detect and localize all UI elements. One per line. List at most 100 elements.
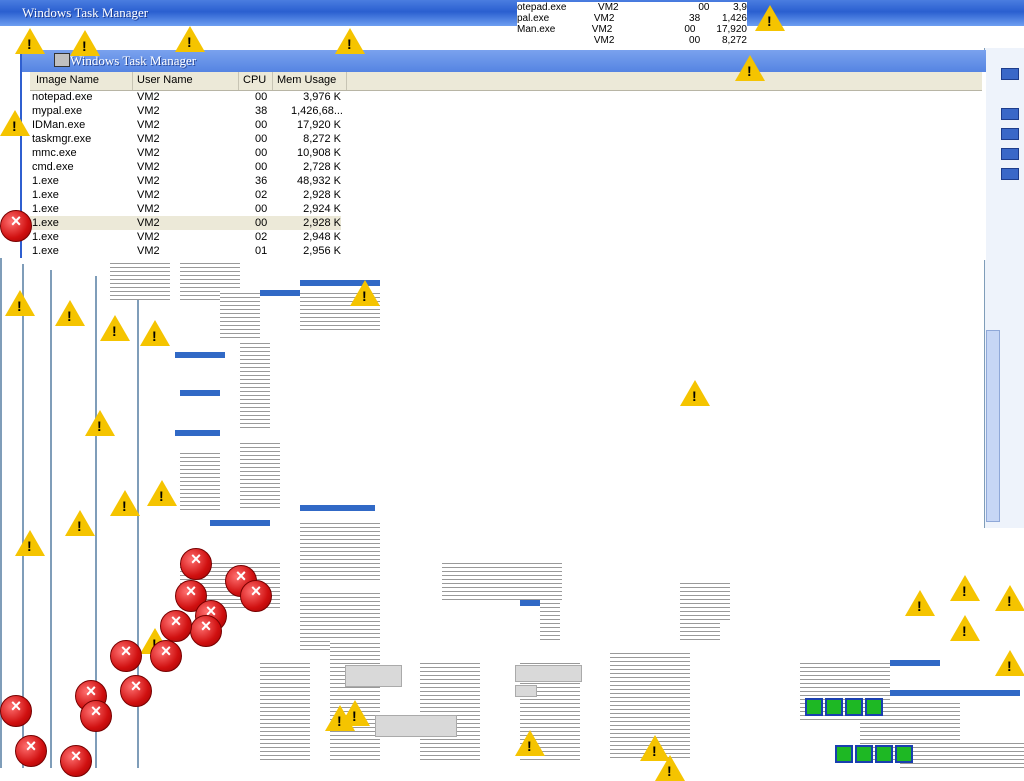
error-icon[interactable]: × bbox=[0, 210, 32, 242]
process-name: taskmgr.exe bbox=[32, 133, 92, 145]
list-fragment bbox=[300, 520, 380, 580]
process-user: VM2 bbox=[137, 203, 160, 215]
warning-icon[interactable] bbox=[905, 590, 935, 616]
process-cpu: 01 bbox=[255, 245, 268, 257]
column-header-row: Image Name User Name CPU Mem Usage bbox=[30, 72, 982, 91]
error-icon[interactable]: × bbox=[180, 548, 212, 580]
status-indicator bbox=[825, 698, 843, 716]
process-row[interactable]: 1.exe VM2 01 2,956 K bbox=[30, 244, 990, 258]
warning-icon[interactable] bbox=[655, 755, 685, 781]
process-name: IDMan.exe bbox=[32, 119, 86, 131]
warning-icon[interactable] bbox=[995, 585, 1024, 611]
column-header-cpu[interactable]: CPU bbox=[239, 72, 273, 90]
warning-icon[interactable] bbox=[65, 510, 95, 536]
background-row: VM2 00 8,272 bbox=[593, 35, 747, 46]
warning-icon[interactable] bbox=[85, 410, 115, 436]
list-fragment bbox=[240, 340, 270, 430]
column-header-image-name[interactable]: Image Name bbox=[30, 72, 133, 90]
error-icon[interactable]: × bbox=[110, 640, 142, 672]
process-mem: 17,920 K bbox=[296, 119, 341, 131]
process-mem: 48,932 K bbox=[296, 175, 341, 187]
app-icon bbox=[1001, 148, 1019, 160]
error-icon[interactable]: × bbox=[240, 580, 272, 612]
warning-icon[interactable] bbox=[15, 28, 45, 54]
process-row[interactable]: notepad.exe VM2 00 3,976 K bbox=[30, 90, 990, 104]
process-row[interactable]: 1.exe VM2 02 2,948 K bbox=[30, 230, 990, 244]
error-icon[interactable]: × bbox=[160, 610, 192, 642]
warning-icon[interactable] bbox=[175, 26, 205, 52]
error-icon[interactable]: × bbox=[60, 745, 92, 777]
process-user: VM2 bbox=[137, 217, 160, 229]
warning-icon[interactable] bbox=[110, 490, 140, 516]
process-name: 1.exe bbox=[32, 217, 59, 229]
error-icon[interactable]: × bbox=[150, 640, 182, 672]
warning-icon[interactable] bbox=[950, 575, 980, 601]
process-mem: 2,948 K bbox=[303, 231, 341, 243]
warning-icon[interactable] bbox=[5, 290, 35, 316]
process-row[interactable]: 1.exe VM2 02 2,928 K bbox=[30, 188, 990, 202]
process-cpu: 00 bbox=[255, 217, 268, 229]
process-user: VM2 bbox=[137, 119, 160, 131]
error-icon[interactable]: × bbox=[120, 675, 152, 707]
warning-icon[interactable] bbox=[100, 315, 130, 341]
error-icon[interactable]: × bbox=[190, 615, 222, 647]
warning-icon[interactable] bbox=[147, 480, 177, 506]
status-indicator bbox=[845, 698, 863, 716]
process-row[interactable]: 1.exe VM2 00 2,924 K bbox=[30, 202, 990, 216]
process-cpu: 00 bbox=[255, 91, 268, 103]
warning-icon[interactable] bbox=[0, 110, 30, 136]
title-bar-fragment bbox=[210, 520, 270, 526]
error-icon[interactable]: × bbox=[0, 695, 32, 727]
task-manager-icon bbox=[54, 53, 70, 67]
warning-icon[interactable] bbox=[755, 5, 785, 31]
process-cpu: 00 bbox=[255, 119, 268, 131]
process-cpu: 02 bbox=[255, 189, 268, 201]
process-user: VM2 bbox=[137, 231, 160, 243]
process-user: VM2 bbox=[137, 133, 160, 145]
process-list: notepad.exe VM2 00 3,976 K mypal.exe VM2 38 1,4… bbox=[30, 90, 990, 258]
title-bar-fragment bbox=[300, 505, 375, 511]
warning-icon[interactable] bbox=[70, 30, 100, 56]
warning-icon[interactable] bbox=[680, 380, 710, 406]
background-row: pal.exe VM2 38 1,426 bbox=[517, 13, 747, 24]
warning-icon[interactable] bbox=[15, 530, 45, 556]
list-fragment bbox=[710, 580, 730, 620]
process-mem: 2,956 K bbox=[303, 245, 341, 257]
background-window-titlebar: Windows Task Manager bbox=[0, 0, 1024, 26]
list-fragment bbox=[900, 740, 1024, 768]
process-row[interactable]: IDMan.exe VM2 00 17,920 K bbox=[30, 118, 990, 132]
warning-icon[interactable] bbox=[515, 730, 545, 756]
error-icon[interactable]: × bbox=[80, 700, 112, 732]
button-fragment bbox=[375, 715, 457, 737]
warning-icon[interactable] bbox=[325, 705, 355, 731]
title-bar-fragment bbox=[175, 352, 225, 358]
process-cpu: 00 bbox=[255, 161, 268, 173]
process-row[interactable]: cmd.exe VM2 00 2,728 K bbox=[30, 160, 990, 174]
column-header-user-name[interactable]: User Name bbox=[133, 72, 239, 90]
process-mem: 2,924 K bbox=[303, 203, 341, 215]
process-row[interactable]: taskmgr.exe VM2 00 8,272 K bbox=[30, 132, 990, 146]
column-header-mem-usage[interactable]: Mem Usage bbox=[273, 72, 347, 90]
process-cpu: 00 bbox=[255, 147, 268, 159]
warning-icon[interactable] bbox=[735, 55, 765, 81]
warning-icon[interactable] bbox=[995, 650, 1024, 676]
title-bar-fragment bbox=[175, 430, 220, 436]
process-row[interactable]: mypal.exe VM2 38 1,426,68... bbox=[30, 104, 990, 118]
process-row[interactable]: 1.exe VM2 36 48,932 K bbox=[30, 174, 990, 188]
warning-icon[interactable] bbox=[335, 28, 365, 54]
process-row[interactable]: mmc.exe VM2 00 10,908 K bbox=[30, 146, 990, 160]
list-fragment bbox=[540, 600, 560, 640]
process-row[interactable]: 1.exe VM2 00 2,928 K bbox=[30, 216, 341, 230]
warning-icon[interactable] bbox=[950, 615, 980, 641]
task-manager-titlebar[interactable]: Windows Task Manager bbox=[22, 50, 986, 72]
process-mem: 3,976 K bbox=[303, 91, 341, 103]
warning-icon[interactable] bbox=[55, 300, 85, 326]
process-mem: 2,928 K bbox=[303, 189, 341, 201]
background-row: Man.exe VM2 00 17,920 bbox=[517, 24, 747, 35]
app-icon bbox=[1001, 68, 1019, 80]
scrollbar[interactable] bbox=[986, 330, 1000, 522]
title-bar-fragment bbox=[880, 690, 1020, 696]
warning-icon[interactable] bbox=[140, 320, 170, 346]
warning-icon[interactable] bbox=[350, 280, 380, 306]
error-icon[interactable]: × bbox=[15, 735, 47, 767]
